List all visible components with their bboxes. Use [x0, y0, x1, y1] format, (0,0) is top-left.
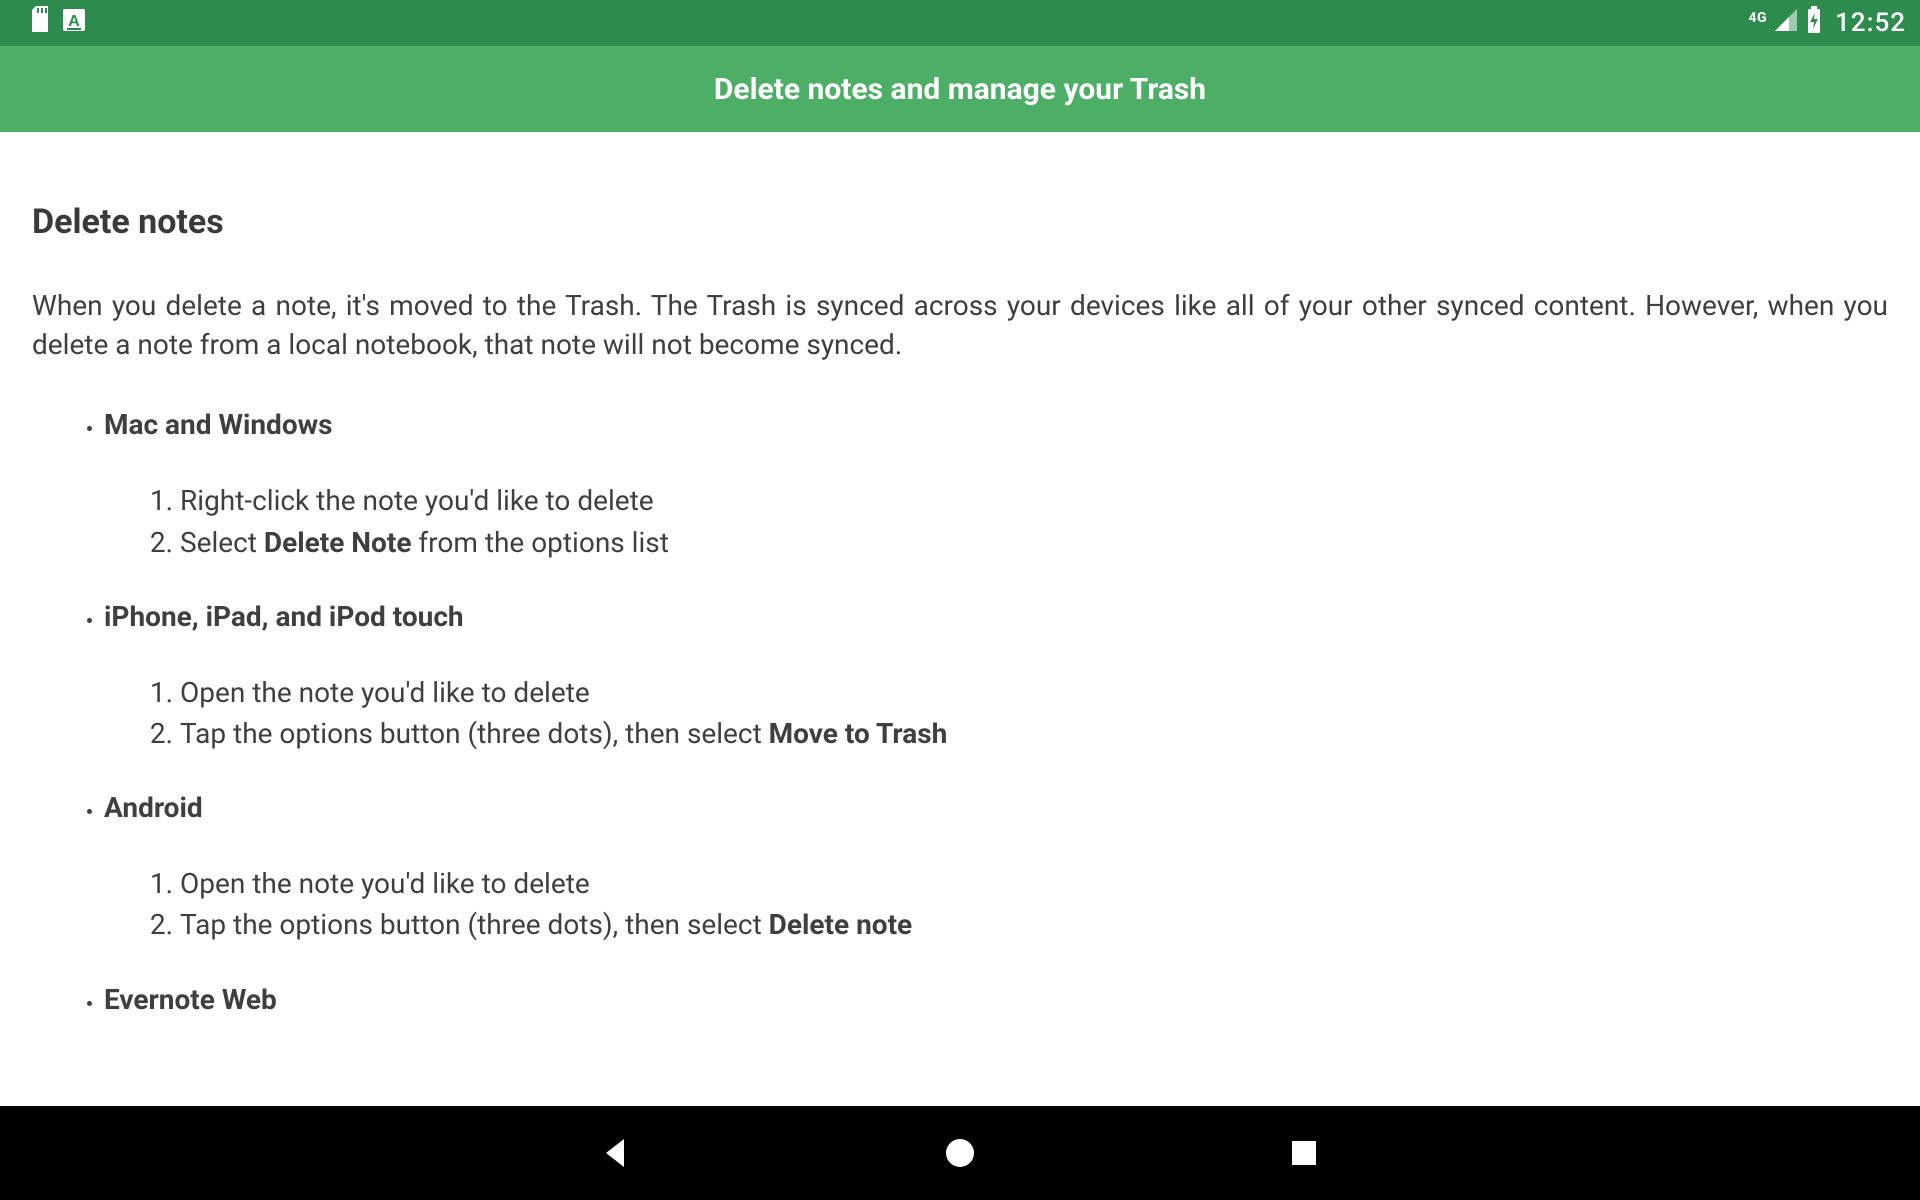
platform-item: Evernote Web [104, 983, 1888, 1056]
status-bar-left: A [28, 6, 86, 40]
svg-text:A: A [68, 13, 80, 30]
platform-steps: Open the note you'd like to delete Tap th… [104, 864, 1888, 944]
platform-item: Mac and Windows Right-click the note you'… [104, 408, 1888, 561]
step-item: Right-click the note you'd like to delet… [180, 481, 1888, 520]
step-text-bold: Move to Trash [769, 717, 948, 750]
section-heading: Delete notes [32, 202, 1888, 242]
platform-item: iPhone, iPad, and iPod touch Open the not… [104, 600, 1888, 753]
nav-recent-button[interactable] [1282, 1131, 1326, 1175]
step-text-pre: Tap the options button (three dots), the… [180, 908, 769, 941]
step-item: Select Delete Note from the options list [180, 523, 1888, 562]
network-type-label: 4G [1748, 10, 1767, 26]
platform-name: Android [104, 791, 203, 824]
platform-name: iPhone, iPad, and iPod touch [104, 600, 464, 633]
intro-paragraph: When you delete a note, it's moved to th… [32, 286, 1888, 364]
step-text-pre: Select [180, 526, 264, 559]
status-bar-clock: 12:52 [1835, 8, 1906, 38]
article-content: Delete notes When you delete a note, it'… [0, 132, 1920, 1056]
platform-list: Mac and Windows Right-click the note you'… [32, 408, 1888, 1055]
battery-charging-icon [1805, 6, 1823, 40]
step-text-bold: Delete Note [264, 526, 412, 559]
step-text-bold: Delete note [769, 908, 913, 941]
step-text-pre: Open the note you'd like to delete [180, 867, 590, 900]
cell-signal-icon [1773, 7, 1799, 39]
android-status-bar: A 4G 12:52 [0, 0, 1920, 46]
nav-back-button[interactable] [594, 1131, 638, 1175]
step-text-pre: Right-click the note you'd like to delet… [180, 484, 654, 517]
step-item: Tap the options button (three dots), the… [180, 714, 1888, 753]
text-a-icon: A [62, 8, 86, 38]
platform-steps: Open the note you'd like to delete Tap th… [104, 673, 1888, 753]
step-item: Open the note you'd like to delete [180, 864, 1888, 903]
step-item: Tap the options button (three dots), the… [180, 905, 1888, 944]
platform-name: Evernote Web [104, 983, 277, 1016]
platform-item: Android Open the note you'd like to delet… [104, 791, 1888, 944]
android-nav-bar [0, 1106, 1920, 1200]
page-title: Delete notes and manage your Trash [714, 72, 1206, 107]
platform-name: Mac and Windows [104, 408, 333, 441]
step-text-pre: Tap the options button (three dots), the… [180, 717, 769, 750]
step-item: Open the note you'd like to delete [180, 673, 1888, 712]
sd-card-icon [28, 6, 52, 40]
step-text-post: from the options list [411, 526, 668, 559]
status-bar-right: 4G 12:52 [1748, 6, 1906, 40]
step-text-pre: Open the note you'd like to delete [180, 676, 590, 709]
nav-home-button[interactable] [938, 1131, 982, 1175]
platform-steps: Right-click the note you'd like to delet… [104, 481, 1888, 561]
app-bar: Delete notes and manage your Trash [0, 46, 1920, 132]
